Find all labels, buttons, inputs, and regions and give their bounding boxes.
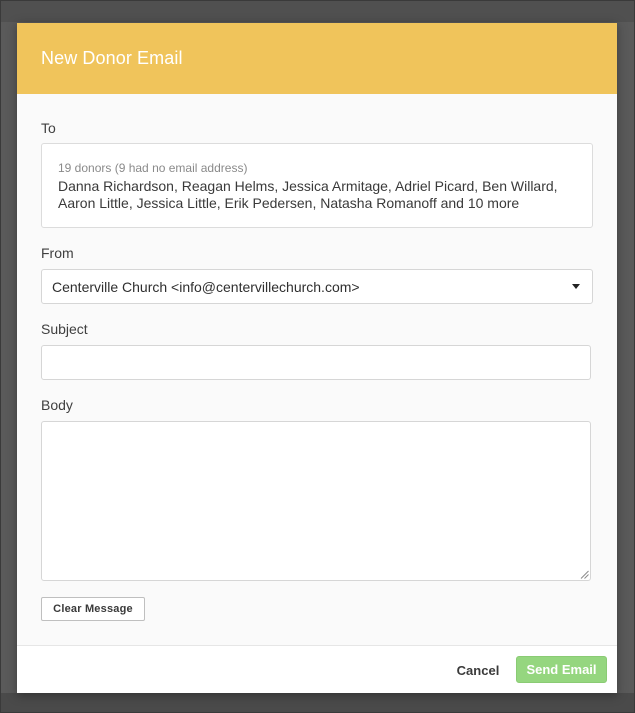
recipients-count: 19 donors (9 had no email address) [58, 161, 248, 175]
background-bottom-bar [0, 693, 635, 713]
subject-input[interactable] [41, 345, 591, 380]
from-select[interactable]: Centerville Church <info@centervillechur… [41, 269, 593, 304]
body-label: Body [41, 397, 73, 413]
caret-down-icon [572, 284, 580, 289]
dialog-header: New Donor Email [17, 23, 617, 94]
dialog-title: New Donor Email [41, 48, 183, 68]
dialog-footer: Cancel Send Email [17, 645, 617, 693]
recipients-box: 19 donors (9 had no email address) Danna… [41, 143, 593, 228]
from-selected-value: Centerville Church <info@centervillechur… [52, 278, 360, 295]
background-top-bar [0, 0, 635, 22]
recipients-list: Danna Richardson, Reagan Helms, Jessica … [58, 178, 558, 211]
cancel-button[interactable]: Cancel [445, 657, 511, 683]
new-donor-email-dialog: New Donor Email To 19 donors (9 had no e… [17, 23, 617, 693]
body-textarea[interactable] [41, 421, 591, 581]
resize-grip-icon[interactable] [580, 570, 589, 579]
clear-message-button[interactable]: Clear Message [41, 597, 145, 621]
subject-label: Subject [41, 321, 88, 337]
send-email-button[interactable]: Send Email [516, 656, 607, 683]
from-label: From [41, 245, 74, 261]
to-label: To [41, 120, 56, 136]
